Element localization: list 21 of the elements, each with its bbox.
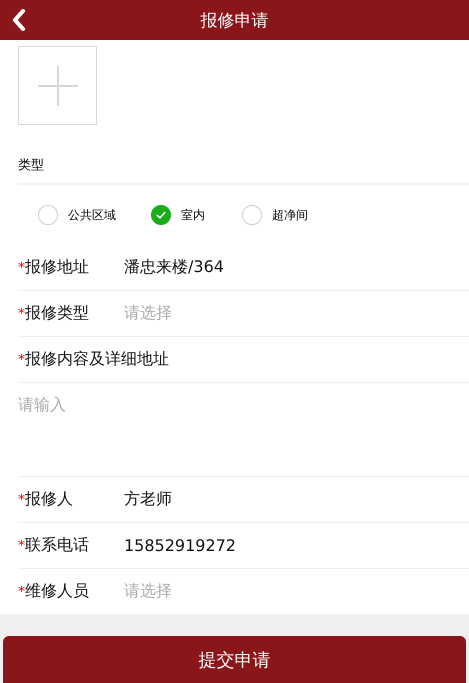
- radio-option[interactable]: 室内: [151, 205, 242, 225]
- input-field[interactable]: 潘忠来楼/364: [124, 257, 224, 278]
- input-field[interactable]: 方老师: [124, 489, 172, 510]
- field-label: *报修人: [18, 488, 74, 510]
- type-label: 类型: [18, 156, 469, 185]
- radio-circle[interactable]: [151, 205, 171, 225]
- field-label: *联系电话: [18, 534, 90, 556]
- field-label: *维修人员: [18, 580, 90, 602]
- submit-button[interactable]: 提交申请: [3, 636, 466, 683]
- plus-icon: [38, 66, 78, 106]
- back-icon[interactable]: [12, 9, 26, 31]
- field-label: *报修内容及详细地址: [18, 348, 169, 370]
- radio-circle[interactable]: [242, 205, 262, 225]
- radio-option[interactable]: 超净间: [242, 205, 355, 225]
- field-label: *报修地址: [18, 256, 90, 278]
- radio-option[interactable]: 公共区域: [38, 205, 151, 225]
- page-title: 报修申请: [200, 10, 268, 32]
- field-label: *报修类型: [18, 302, 90, 324]
- input-field[interactable]: 15852919272: [124, 536, 236, 555]
- radio-circle[interactable]: [38, 205, 58, 225]
- add-photo-button[interactable]: [18, 46, 97, 125]
